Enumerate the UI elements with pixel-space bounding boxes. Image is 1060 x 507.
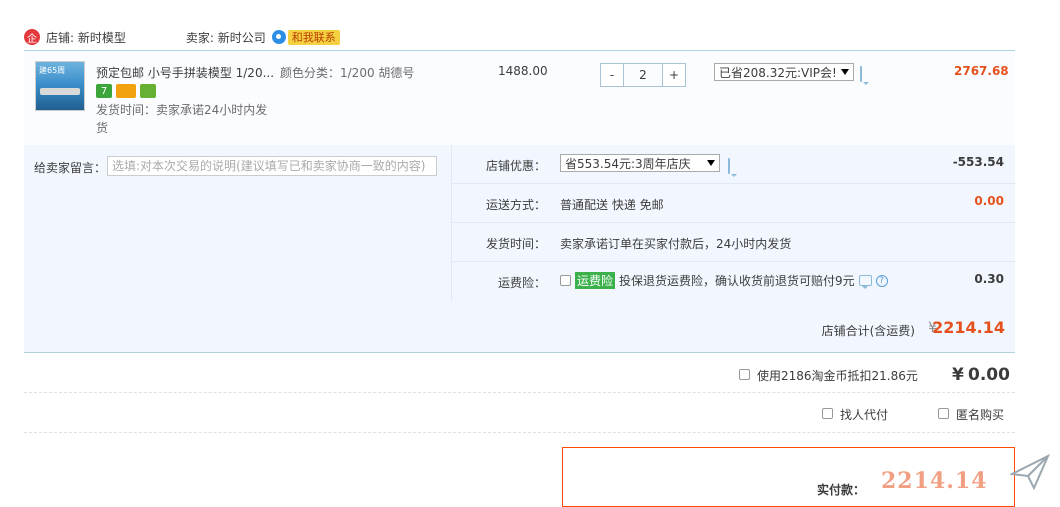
actual-payment-box: 实付款： 2214.14 bbox=[562, 447, 1015, 507]
order-detail-block: 给卖家留言： 选填:对本次交易的说明(建议填写已和卖家协商一致的内容) 店铺优惠… bbox=[24, 145, 1016, 353]
proxy-pay-checkbox[interactable] bbox=[822, 408, 833, 419]
ship-time-note: 发货时间：卖家承诺24小时内发 货 bbox=[96, 101, 276, 137]
insurance-badge: 运费险 bbox=[575, 272, 616, 289]
actual-payment-label: 实付款： bbox=[817, 483, 866, 497]
qty-plus-button[interactable]: + bbox=[663, 64, 685, 86]
credit-card-icon[interactable] bbox=[116, 84, 136, 98]
ship-time-line1: 发货时间：卖家承诺24小时内发 bbox=[96, 103, 268, 117]
message-label: 给卖家留言： bbox=[34, 161, 107, 175]
actual-payment-amount: 2214.14 bbox=[881, 468, 988, 494]
seven-day-return-icon[interactable]: 7 bbox=[96, 84, 112, 98]
message-input[interactable]: 选填:对本次交易的说明(建议填写已和卖家协商一致的内容) bbox=[107, 156, 437, 176]
shipping-method-label: 运送方式： bbox=[485, 198, 546, 212]
shop-discount-label: 店铺优惠： bbox=[485, 159, 546, 173]
ship-time-row: 发货时间： 卖家承诺订单在买家付款后，24小时内发货 bbox=[452, 223, 1016, 262]
payment-options-row: 找人代付 匿名购买 bbox=[24, 394, 1015, 433]
proxy-pay-label[interactable]: 找人代付 bbox=[840, 406, 888, 423]
insurance-amount: 0.30 bbox=[974, 272, 1004, 286]
shop-subtotal: 店铺合计(含运费) ¥ 2214.14 bbox=[24, 302, 1015, 353]
subtotal-label: 店铺合计(含运费) bbox=[821, 324, 915, 338]
order-options-panel: 店铺优惠： 省553.54元:3周年店庆 -553.54 运送方式： 普通配送 … bbox=[451, 145, 1016, 302]
comment-icon[interactable] bbox=[858, 275, 872, 289]
subtotal-amount: 2214.14 bbox=[932, 318, 1005, 337]
ship-time-line2: 货 bbox=[96, 121, 109, 135]
shipping-insurance-label: 运费险： bbox=[497, 276, 546, 290]
item-total: 2767.68 bbox=[954, 64, 1009, 78]
shipping-insurance-row: 运费险： 运费险 投保退货运费险，确认收货前退货可赔付9元 ? 0.30 bbox=[452, 262, 1016, 301]
shop-discount-amount: -553.54 bbox=[952, 155, 1004, 169]
ship-image bbox=[40, 88, 80, 95]
paper-plane-logo bbox=[1010, 453, 1050, 491]
vip-discount-select[interactable]: 已省208.32元:VIP会! bbox=[714, 63, 854, 81]
help-icon[interactable]: ? bbox=[875, 274, 888, 287]
guarantee-icon[interactable] bbox=[140, 84, 156, 98]
chevron-down-icon bbox=[707, 160, 715, 166]
shop-header: 企 店铺: 新时模型 卖家: 新时公司 和我联系 bbox=[24, 26, 1024, 48]
comment-icon[interactable] bbox=[728, 158, 730, 174]
shipping-method-row: 运送方式： 普通配送 快递 免邮 0.00 bbox=[452, 184, 1016, 223]
shipping-method-value: 普通配送 快递 免邮 bbox=[560, 198, 664, 212]
ship-time-link[interactable]: 发货 bbox=[767, 237, 791, 251]
message-area: 给卖家留言： 选填:对本次交易的说明(建议填写已和卖家协商一致的内容) bbox=[24, 145, 451, 302]
taojin-currency: ¥ bbox=[952, 365, 964, 385]
ship-time-text: 卖家承诺订单在买家付款后，24小时内 bbox=[560, 237, 768, 251]
taojin-label[interactable]: 使用2186淘金币抵扣21.86元 bbox=[757, 367, 918, 384]
contact-seller-button[interactable]: 和我联系 bbox=[287, 29, 340, 45]
vip-discount-value: 已省208.32元:VIP会! bbox=[719, 65, 837, 80]
taojin-amount: 0.00 bbox=[968, 365, 1010, 385]
insurance-checkbox[interactable] bbox=[560, 275, 571, 286]
taojin-checkbox[interactable] bbox=[739, 369, 750, 380]
seller-name[interactable]: 卖家: 新时公司 bbox=[186, 29, 266, 46]
shop-discount-row: 店铺优惠： 省553.54元:3周年店庆 -553.54 bbox=[452, 145, 1016, 184]
shipping-amount: 0.00 bbox=[974, 194, 1004, 208]
qty-minus-button[interactable]: - bbox=[601, 64, 623, 86]
qty-input[interactable]: 2 bbox=[623, 64, 663, 86]
insurance-desc: 投保退货运费险，确认收货前退货可赔付9元 bbox=[619, 274, 855, 288]
item-spec: 颜色分类：1/200 胡德号 bbox=[280, 66, 415, 80]
item-thumbnail[interactable]: 建65周 bbox=[35, 61, 85, 111]
wangwang-icon[interactable] bbox=[271, 30, 286, 44]
anonymous-checkbox[interactable] bbox=[938, 408, 949, 419]
quantity-stepper: - 2 + bbox=[600, 63, 686, 87]
comment-icon[interactable] bbox=[860, 66, 862, 82]
ship-time-value: 卖家承诺订单在买家付款后，24小时内发货 bbox=[560, 235, 791, 252]
thumb-text: 建65周 bbox=[39, 66, 66, 75]
anonymous-label[interactable]: 匿名购买 bbox=[956, 406, 1004, 423]
shop-discount-select[interactable]: 省553.54元:3周年店庆 bbox=[560, 154, 720, 172]
taojin-row: 使用2186淘金币抵扣21.86元 ¥ 0.00 bbox=[24, 354, 1015, 393]
shop-name[interactable]: 店铺: 新时模型 bbox=[46, 29, 126, 46]
shipping-insurance-option: 运费险 投保退货运费险，确认收货前退货可赔付9元 ? bbox=[560, 272, 888, 289]
shop-badge-icon: 企 bbox=[24, 29, 40, 45]
ship-time-label: 发货时间： bbox=[485, 237, 546, 251]
service-tags: 7 bbox=[96, 84, 156, 98]
shop-discount-value: 省553.54元:3周年店庆 bbox=[565, 156, 691, 171]
order-item-row: 建65周 预定包邮 小号手拼装模型 1/20... 颜色分类：1/200 胡德号… bbox=[24, 50, 1015, 145]
unit-price: 1488.00 bbox=[498, 64, 548, 78]
item-title-link[interactable]: 预定包邮 小号手拼装模型 1/20... bbox=[96, 64, 274, 81]
chevron-down-icon bbox=[841, 69, 849, 75]
